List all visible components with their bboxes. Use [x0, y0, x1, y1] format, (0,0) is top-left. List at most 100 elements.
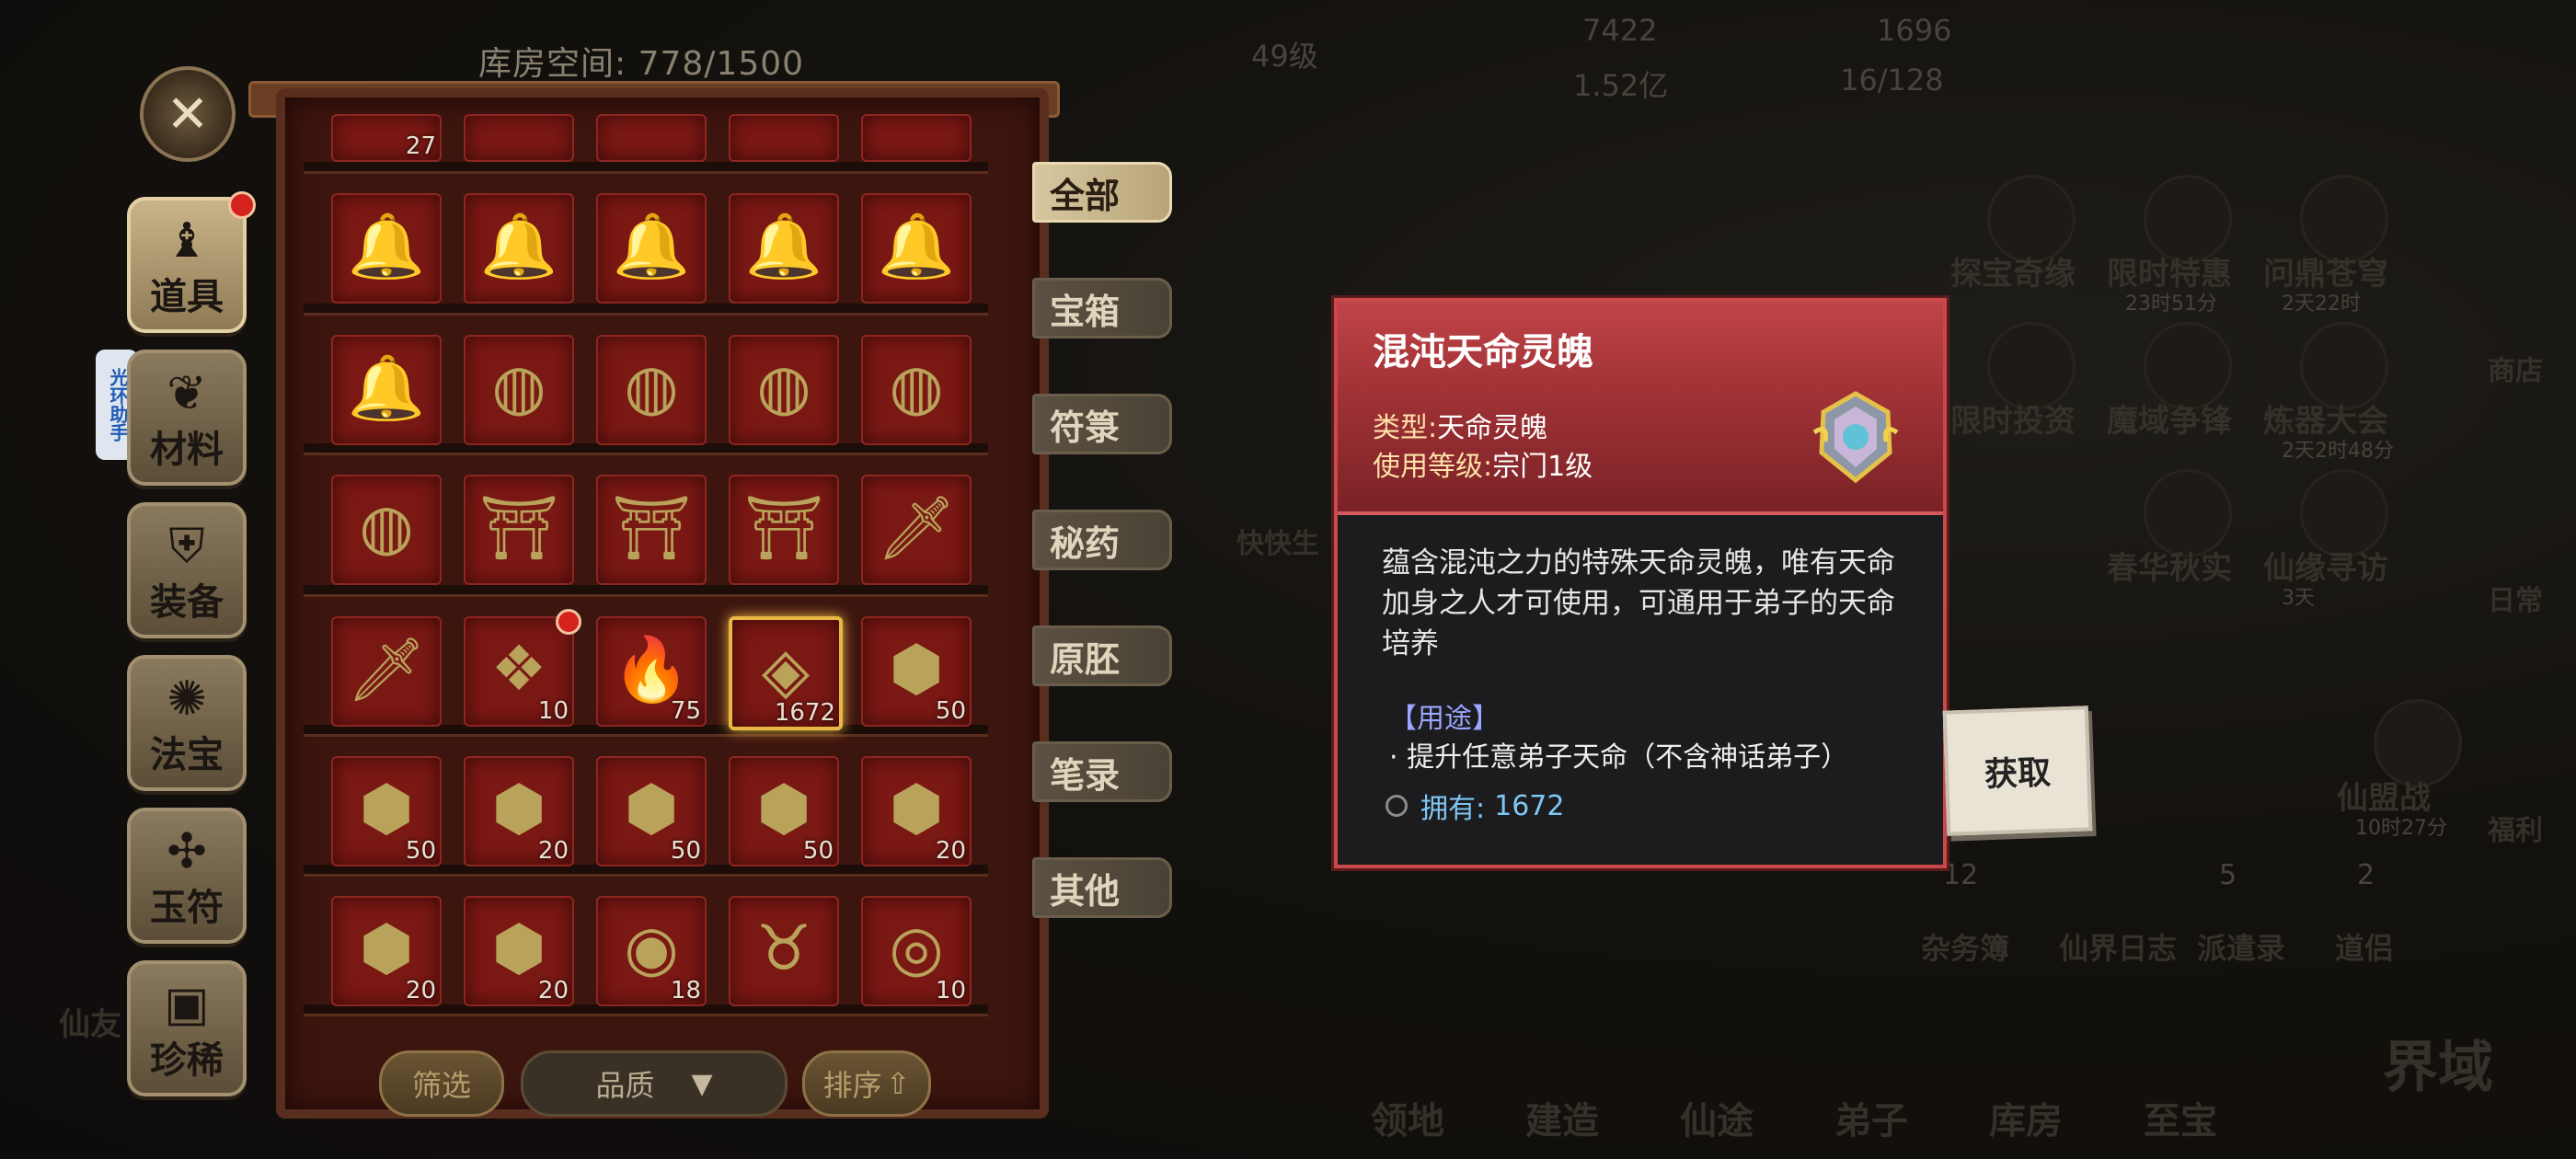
item-slot[interactable]: 🔔 — [861, 193, 972, 304]
notification-dot — [556, 609, 581, 635]
item-type: 类型:天命灵魄 — [1373, 412, 1548, 444]
item-slot[interactable]: ⬢ 50 — [596, 756, 707, 866]
category-tab[interactable]: 全部 — [1032, 162, 1172, 223]
item-icon: ◍ — [359, 491, 414, 564]
quality-dropdown[interactable]: 品质 ▼ — [521, 1050, 788, 1117]
category-tab[interactable]: 秘药 — [1032, 510, 1172, 570]
item-slot[interactable]: ◎ 10 — [861, 896, 972, 1006]
item-slot[interactable]: ⬢ 50 — [729, 756, 839, 866]
item-count: 20 — [935, 837, 966, 865]
item-slot[interactable]: ⛩ — [596, 475, 707, 585]
jade-icon: ✣ — [167, 824, 207, 879]
item-slot[interactable]: 🗡 — [331, 616, 442, 727]
get-button[interactable]: 获取 — [1942, 706, 2093, 836]
owned-count: 拥有: 1672 — [1386, 786, 1564, 826]
item-slot[interactable]: 🗡 — [861, 475, 972, 585]
item-slot[interactable]: 27 — [331, 114, 442, 162]
item-slot[interactable]: 🔔 — [729, 193, 839, 304]
side-tab-armor[interactable]: ⛨ 装备 — [127, 502, 247, 638]
item-icon: 🔥 — [612, 634, 691, 706]
bag-icon: ♝ — [165, 213, 209, 269]
item-icon: 🔔 — [612, 211, 691, 283]
filter-button[interactable]: 筛选 — [379, 1050, 504, 1117]
armor-icon: ⛨ — [168, 519, 205, 574]
leaf-icon: ❦ — [167, 366, 207, 421]
item-slot[interactable]: 🔔 — [331, 335, 442, 445]
sort-button[interactable]: 排序 ⇧ — [802, 1050, 931, 1117]
item-count: 20 — [537, 837, 569, 865]
item-detail-card: 混沌天命灵魄 类型:天命灵魄 使用等级:宗门1级 蕴含混沌之力的特殊天命灵魄，唯… — [1334, 298, 1947, 868]
item-count: 18 — [670, 977, 701, 1004]
side-tab-leaf[interactable]: ❦ 材料 — [127, 350, 247, 486]
item-slot[interactable]: ⬢ 50 — [861, 616, 972, 727]
side-tab-chest[interactable]: ▣ 珍稀 — [127, 960, 247, 1096]
item-icon: ♉ — [755, 912, 812, 985]
item-slot[interactable]: ❖ 10 — [464, 609, 581, 727]
owned-icon — [1386, 795, 1408, 817]
item-slot[interactable]: ⬢ 20 — [861, 756, 972, 866]
item-icon: 🔔 — [347, 352, 426, 425]
side-tab-label: 珍稀 — [150, 1039, 224, 1082]
close-button[interactable]: ✕ — [140, 66, 236, 162]
close-icon: ✕ — [166, 84, 210, 144]
category-tab[interactable]: 宝箱 — [1032, 278, 1172, 339]
side-tab-label: 装备 — [150, 581, 224, 624]
item-slot[interactable]: ◍ — [464, 335, 574, 445]
item-slot[interactable] — [861, 114, 972, 162]
item-slot[interactable]: ⛩ — [464, 475, 574, 585]
side-tab-label: 材料 — [150, 429, 224, 471]
category-tab[interactable]: 原胚 — [1032, 625, 1172, 686]
storage-space-label: 库房空间: 778/1500 — [478, 45, 805, 83]
item-count: 50 — [670, 837, 701, 865]
item-slot[interactable]: ◍ — [861, 335, 972, 445]
usage-item: · 提升任意弟子天命（不含神话弟子） — [1389, 741, 1849, 774]
item-slot[interactable]: ◉ 18 — [596, 896, 707, 1006]
notification-dot — [228, 191, 256, 219]
item-slot[interactable] — [729, 114, 839, 162]
item-icon: ◈ — [761, 635, 811, 707]
item-slot[interactable]: ◍ — [729, 335, 839, 445]
item-slot[interactable]: ♉ — [729, 896, 839, 1006]
item-slot[interactable]: 🔔 — [464, 193, 574, 304]
item-count: 50 — [935, 697, 966, 725]
side-tab-magic[interactable]: ✺ 法宝 — [127, 655, 247, 791]
item-icon: ⬢ — [359, 912, 414, 985]
item-icon: ⬢ — [889, 773, 944, 845]
item-icon: ⬢ — [491, 773, 546, 845]
item-count: 20 — [537, 977, 569, 1004]
item-slot[interactable]: ⬢ 20 — [331, 896, 442, 1006]
item-icon: ⬢ — [756, 773, 811, 845]
item-slot[interactable]: ◍ — [331, 475, 442, 585]
item-icon: ◎ — [889, 912, 944, 985]
item-slot[interactable]: ⬢ 20 — [464, 896, 574, 1006]
item-name: 混沌天命灵魄 — [1373, 331, 1593, 373]
item-icon: ◍ — [491, 351, 546, 424]
item-slot[interactable]: 🔥 75 — [596, 616, 707, 727]
item-count: 50 — [405, 837, 436, 865]
item-icon: ◍ — [624, 351, 679, 424]
item-slot[interactable] — [464, 114, 574, 162]
category-tab[interactable]: 笔录 — [1032, 741, 1172, 802]
side-tab-label: 玉符 — [150, 887, 224, 929]
category-tab[interactable]: 其他 — [1032, 857, 1172, 918]
item-slot[interactable]: ◍ — [596, 335, 707, 445]
item-slot[interactable]: 🔔 — [331, 193, 442, 304]
shelf-divider — [304, 585, 988, 597]
item-slot[interactable]: ⬢ 50 — [331, 756, 442, 866]
item-slot[interactable]: ⛩ — [729, 475, 839, 585]
item-count: 10 — [935, 977, 966, 1004]
chest-icon: ▣ — [164, 977, 210, 1032]
item-icon: 🔔 — [744, 211, 823, 283]
item-icon: ⬢ — [491, 912, 546, 985]
sort-arrow-icon: ⇧ — [885, 1066, 911, 1101]
category-tab[interactable]: 符箓 — [1032, 394, 1172, 454]
item-count: 10 — [537, 697, 569, 725]
item-icon: ⛩ — [478, 492, 559, 565]
side-tab-label: 道具 — [150, 276, 224, 318]
item-slot[interactable]: ⬢ 20 — [464, 756, 574, 866]
item-slot[interactable]: 🔔 — [596, 193, 707, 304]
item-slot[interactable]: ◈ 1672 — [729, 616, 843, 730]
side-tab-bag[interactable]: ♝ 道具 — [127, 191, 256, 333]
item-slot[interactable] — [596, 114, 707, 162]
side-tab-jade[interactable]: ✣ 玉符 — [127, 808, 247, 944]
